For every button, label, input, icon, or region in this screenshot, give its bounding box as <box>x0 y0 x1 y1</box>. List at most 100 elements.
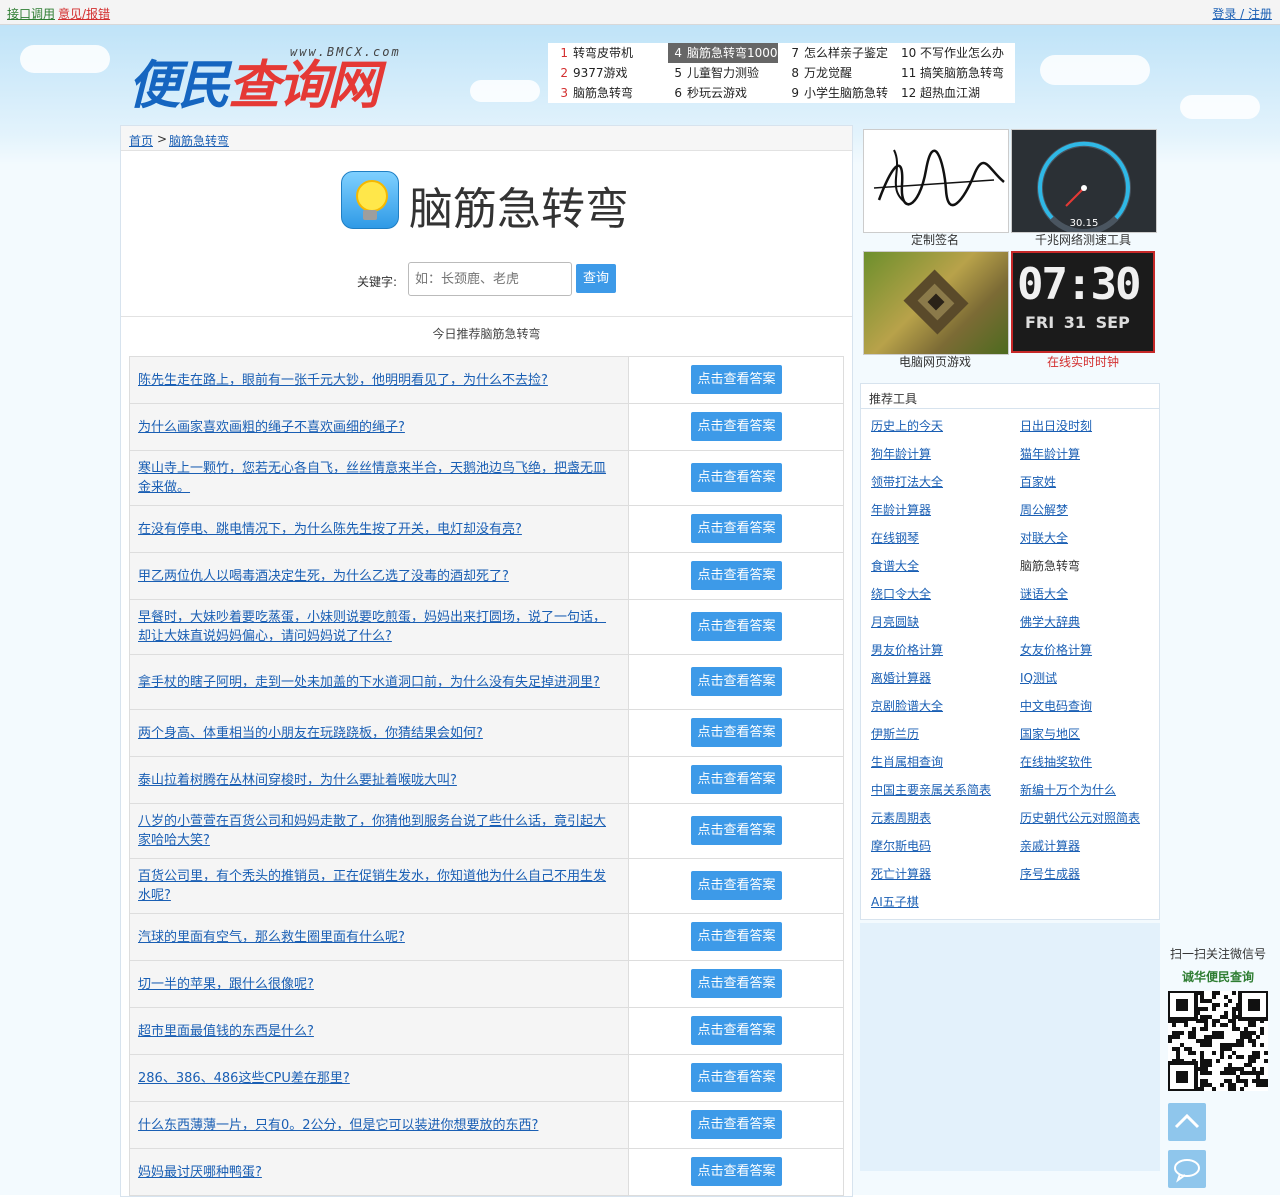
tool-link[interactable]: 谜语大全 <box>1020 585 1068 602</box>
hot-search-label: 秒玩云游戏 <box>687 86 748 100</box>
view-answer-button[interactable]: 点击查看答案 <box>691 1063 782 1092</box>
tool-link[interactable]: 死亡计算器 <box>871 865 931 882</box>
view-answer-button[interactable]: 点击查看答案 <box>691 365 782 394</box>
tool-link[interactable]: 亲戚计算器 <box>1020 837 1080 854</box>
hot-search-item[interactable]: 6 秒玩云游戏 <box>668 83 778 103</box>
view-answer-button[interactable]: 点击查看答案 <box>691 871 782 900</box>
hot-search-item[interactable]: 9 小学生脑筋急转 <box>785 83 895 103</box>
question-link[interactable]: 在没有停电、跳电情况下，为什么陈先生按了开关，电灯却没有亮? <box>138 520 522 539</box>
view-answer-button[interactable]: 点击查看答案 <box>691 1157 782 1186</box>
tool-link[interactable]: 京剧脸谱大全 <box>871 697 943 714</box>
view-answer-button[interactable]: 点击查看答案 <box>691 514 782 543</box>
question-link[interactable]: 早餐时，大妹吵着要吃蒸蛋，小妹则说要吃煎蛋，妈妈出来打圆场，说了一句话，却让大妹… <box>138 608 616 646</box>
view-answer-button[interactable]: 点击查看答案 <box>691 412 782 441</box>
tool-link[interactable]: 历史上的今天 <box>871 417 943 434</box>
hot-search-item[interactable]: 12 超热血江湖 <box>901 83 1011 103</box>
api-link[interactable]: 接口调用 <box>7 5 55 22</box>
tool-link[interactable]: 年龄计算器 <box>871 501 931 518</box>
tool-link[interactable]: 中文电码查询 <box>1020 697 1092 714</box>
question-link[interactable]: 甲乙两位仇人以喝毒酒决定生死，为什么乙选了没毒的酒却死了? <box>138 567 509 586</box>
view-answer-button[interactable]: 点击查看答案 <box>691 612 782 641</box>
tool-link[interactable]: 月亮圆缺 <box>871 613 919 630</box>
question-link[interactable]: 汽球的里面有空气，那么救生圈里面有什么呢? <box>138 928 405 947</box>
tool-link[interactable]: 历史朝代公元对照简表 <box>1020 809 1140 826</box>
question-link[interactable]: 妈妈最讨厌哪种鸭蛋? <box>138 1163 262 1182</box>
hot-search-item[interactable]: 5 儿童智力测验 <box>668 63 778 83</box>
view-answer-button[interactable]: 点击查看答案 <box>691 922 782 951</box>
back-to-top-button[interactable] <box>1168 1103 1206 1141</box>
question-link[interactable]: 为什么画家喜欢画粗的绳子不喜欢画细的绳子? <box>138 418 405 437</box>
tool-link[interactable]: AI五子棋 <box>871 893 919 910</box>
tool-link[interactable]: 对联大全 <box>1020 529 1068 546</box>
view-answer-button[interactable]: 点击查看答案 <box>691 561 782 590</box>
speedtest-tile[interactable]: 30.15 <box>1011 129 1157 233</box>
question-link[interactable]: 什么东西薄薄一片，只有0。2公分，但是它可以装进你想要放的东西? <box>138 1116 538 1135</box>
tool-link[interactable]: 女友价格计算 <box>1020 641 1092 658</box>
view-answer-button[interactable]: 点击查看答案 <box>691 1016 782 1045</box>
view-answer-button[interactable]: 点击查看答案 <box>691 463 782 492</box>
tool-link[interactable]: 男友价格计算 <box>871 641 943 658</box>
webgame-tile[interactable] <box>863 251 1009 355</box>
clock-caption[interactable]: 在线实时时钟 <box>1011 353 1155 370</box>
login-register-link[interactable]: 登录 / 注册 <box>1212 5 1272 22</box>
view-answer-button[interactable]: 点击查看答案 <box>691 1110 782 1139</box>
hot-search-item[interactable]: 10 不写作业怎么办 <box>901 43 1011 63</box>
tool-link[interactable]: 脑筋急转弯 <box>1020 557 1080 574</box>
hot-search-item[interactable]: 8 万龙觉醒 <box>785 63 895 83</box>
feedback-link[interactable]: 意见/报错 <box>58 5 110 22</box>
signature-caption[interactable]: 定制签名 <box>863 231 1007 248</box>
tool-link[interactable]: 狗年龄计算 <box>871 445 931 462</box>
tool-link[interactable]: IQ测试 <box>1020 669 1057 686</box>
question-link[interactable]: 两个身高、体重相当的小朋友在玩跷跷板，你猜结果会如何? <box>138 724 483 743</box>
tool-link[interactable]: 序号生成器 <box>1020 865 1080 882</box>
question-link[interactable]: 百货公司里，有个秃头的推销员，正在促销生发水，你知道他为什么自己不用生发水呢? <box>138 867 616 905</box>
speedtest-caption[interactable]: 千兆网络测速工具 <box>1011 231 1155 248</box>
tool-link[interactable]: 日出日没时刻 <box>1020 417 1092 434</box>
view-answer-button[interactable]: 点击查看答案 <box>691 667 782 696</box>
tool-link[interactable]: 摩尔斯电码 <box>871 837 931 854</box>
view-answer-button[interactable]: 点击查看答案 <box>691 969 782 998</box>
hot-search-item[interactable]: 2 9377游戏 <box>554 63 666 83</box>
tool-link[interactable]: 周公解梦 <box>1020 501 1068 518</box>
view-answer-button[interactable]: 点击查看答案 <box>691 816 782 845</box>
tool-link[interactable]: 在线抽奖软件 <box>1020 753 1092 770</box>
view-answer-button[interactable]: 点击查看答案 <box>691 718 782 747</box>
question-link[interactable]: 八岁的小萱萱在百货公司和妈妈走散了，你猜他到服务台说了些什么话，竟引起大家哈哈大… <box>138 812 616 850</box>
tool-link[interactable]: 中国主要亲属关系简表 <box>871 781 991 798</box>
hot-search-item[interactable]: 4 脑筋急转弯1000 <box>668 43 778 63</box>
hot-search-item[interactable]: 1 转弯皮带机 <box>554 43 666 63</box>
tool-link[interactable]: 离婚计算器 <box>871 669 931 686</box>
tool-link[interactable]: 百家姓 <box>1020 473 1056 490</box>
tool-link[interactable]: 生肖属相查询 <box>871 753 943 770</box>
question-link[interactable]: 切一半的苹果，跟什么很像呢? <box>138 975 314 994</box>
tool-link[interactable]: 绕口令大全 <box>871 585 931 602</box>
tool-link[interactable]: 伊斯兰历 <box>871 725 919 742</box>
tool-link[interactable]: 在线钢琴 <box>871 529 919 546</box>
question-link[interactable]: 拿手杖的瞎子阿明，走到一处未加盖的下水道洞口前，为什么没有失足掉进洞里? <box>138 673 600 692</box>
tool-link[interactable]: 猫年龄计算 <box>1020 445 1080 462</box>
view-answer-button[interactable]: 点击查看答案 <box>691 765 782 794</box>
tool-link[interactable]: 食谱大全 <box>871 557 919 574</box>
question-link[interactable]: 超市里面最值钱的东西是什么? <box>138 1022 314 1041</box>
question-link[interactable]: 陈先生走在路上，眼前有一张千元大钞，他明明看见了，为什么不去捡? <box>138 371 548 390</box>
tool-link[interactable]: 佛学大辞典 <box>1020 613 1080 630</box>
signature-tile[interactable] <box>863 129 1009 233</box>
hot-search-item[interactable]: 11 搞笑脑筋急转弯 <box>901 63 1011 83</box>
breadcrumb-home[interactable]: 首页 <box>129 132 153 149</box>
tool-link[interactable]: 领带打法大全 <box>871 473 943 490</box>
question-link[interactable]: 286、386、486这些CPU差在那里? <box>138 1069 350 1088</box>
tool-link[interactable]: 国家与地区 <box>1020 725 1080 742</box>
tool-link[interactable]: 新编十万个为什么 <box>1020 781 1116 798</box>
question-link[interactable]: 寒山寺上一颗竹，您若无心各自飞，丝丝情意来半合，天鹅池边鸟飞绝，把盏无皿金来做。 <box>138 459 616 497</box>
site-logo[interactable]: www.BMCX.com 便民查询网 <box>128 35 438 116</box>
breadcrumb-current[interactable]: 脑筋急转弯 <box>169 132 229 149</box>
feedback-chat-button[interactable] <box>1168 1150 1206 1188</box>
tool-link[interactable]: 元素周期表 <box>871 809 931 826</box>
webgame-caption[interactable]: 电脑网页游戏 <box>863 353 1007 370</box>
question-link[interactable]: 泰山拉着树腾在丛林间穿梭时，为什么要扯着喉咙大叫? <box>138 771 457 790</box>
hot-search-item[interactable]: 3 脑筋急转弯 <box>554 83 666 103</box>
search-button[interactable]: 查询 <box>576 264 616 293</box>
hot-search-item[interactable]: 7 怎么样亲子鉴定 <box>785 43 895 63</box>
clock-tile[interactable]: 07:30 FRI 31 SEP <box>1011 251 1155 353</box>
keyword-input[interactable] <box>408 262 572 296</box>
